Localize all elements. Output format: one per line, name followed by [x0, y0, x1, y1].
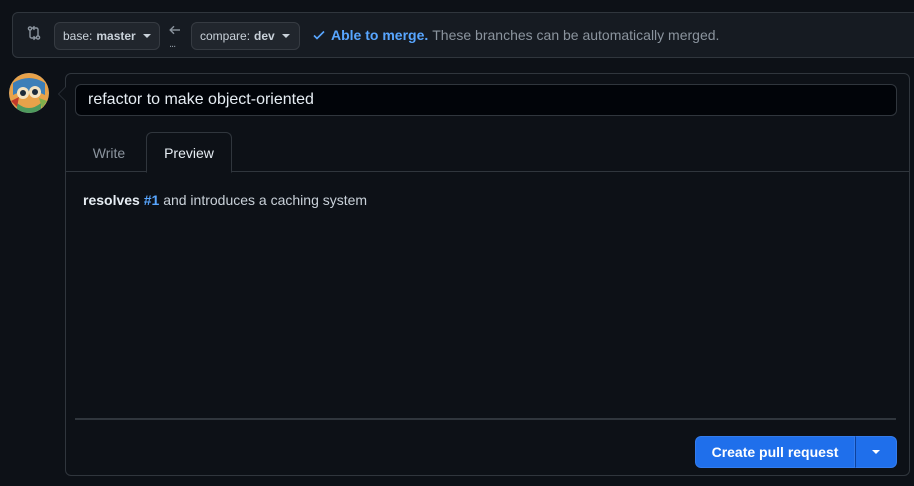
avatar-image	[9, 73, 49, 113]
preview-bold-text: resolves	[83, 192, 140, 208]
create-options-dropdown-button[interactable]	[855, 436, 897, 468]
merge-status-title: Able to merge.	[331, 27, 429, 43]
git-compare-icon	[27, 25, 41, 41]
merge-status: Able to merge. These branches can be aut…	[312, 27, 719, 43]
pull-request-composer: Write Preview resolves #1 and introduces…	[58, 73, 910, 476]
base-branch-value: master	[96, 29, 136, 43]
preview-text: and introduces a caching system	[163, 192, 368, 208]
compare-branch-label: compare:	[200, 29, 251, 43]
tab-write[interactable]: Write	[75, 132, 143, 173]
avatar[interactable]	[9, 73, 49, 113]
chevron-down-icon	[142, 34, 151, 38]
arrow-left-icon	[169, 25, 180, 35]
range-editor-bar: base: master ... compare: dev Able to me…	[12, 12, 914, 58]
ellipsis-icon: ...	[169, 38, 176, 50]
editor-tabs: Write Preview	[66, 132, 909, 173]
create-pull-request-group: Create pull request	[695, 436, 897, 468]
issue-link[interactable]: #1	[144, 192, 160, 208]
title-input[interactable]	[75, 84, 897, 116]
merge-status-description: These branches can be automatically merg…	[432, 27, 720, 43]
divider	[75, 418, 896, 420]
base-branch-label: base:	[63, 29, 93, 43]
base-branch-select[interactable]: base: master	[54, 22, 160, 50]
compare-branch-value: dev	[254, 29, 275, 43]
compare-branch-select[interactable]: compare: dev	[191, 22, 300, 50]
chevron-down-icon	[281, 34, 290, 38]
check-icon	[313, 30, 325, 40]
create-pull-request-button[interactable]: Create pull request	[695, 436, 855, 468]
tab-preview[interactable]: Preview	[146, 132, 232, 173]
triangle-down-icon	[872, 450, 880, 454]
preview-content: resolves #1 and introduces a caching sys…	[83, 192, 367, 208]
